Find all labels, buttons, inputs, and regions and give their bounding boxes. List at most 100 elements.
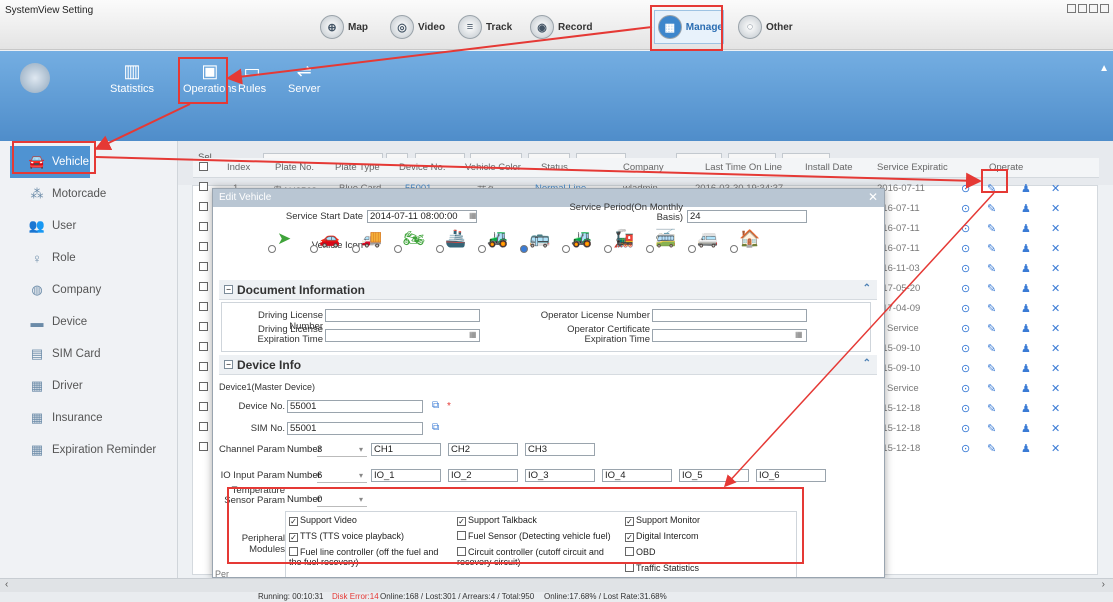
car-vehicle-icon[interactable]: 🚗: [319, 230, 340, 248]
row-checkbox[interactable]: [199, 222, 208, 231]
chevron-up-icon[interactable]: ⌃: [863, 283, 871, 294]
copy-icon[interactable]: ⧉: [432, 400, 439, 411]
user-assign-icon[interactable]: ♟: [1021, 202, 1031, 215]
peripheral-option[interactable]: Traffic Statistics: [625, 563, 785, 573]
view-icon[interactable]: ⊙: [961, 382, 970, 395]
user-assign-icon[interactable]: ♟: [1021, 242, 1031, 255]
user-assign-icon[interactable]: ♟: [1021, 442, 1031, 455]
io-input[interactable]: IO_5: [679, 469, 749, 482]
row-checkbox[interactable]: [199, 362, 208, 371]
scroll-up-icon[interactable]: ▲: [1099, 63, 1109, 74]
delete-icon[interactable]: ✕: [1051, 202, 1060, 215]
row-checkbox[interactable]: [199, 282, 208, 291]
peripheral-option[interactable]: ✓ Support Monitor: [625, 515, 785, 526]
service-start-input[interactable]: 2014-07-11 08:00:00: [367, 210, 477, 223]
service-period-input[interactable]: 24: [687, 210, 807, 223]
channel-input[interactable]: CH2: [448, 443, 518, 456]
edit-icon[interactable]: ✎: [987, 442, 996, 455]
edit-icon[interactable]: ✎: [987, 202, 996, 215]
chevron-down-icon[interactable]: ▾: [359, 445, 363, 454]
view-icon[interactable]: ⊙: [961, 242, 970, 255]
device-no-input[interactable]: 55001: [287, 400, 423, 413]
column-header[interactable]: Vehicle Color: [465, 162, 521, 173]
view-icon[interactable]: ⊙: [961, 222, 970, 235]
row-checkbox[interactable]: [199, 262, 208, 271]
peripheral-checkbox[interactable]: ✓: [625, 533, 634, 542]
row-checkbox[interactable]: [199, 302, 208, 311]
delete-icon[interactable]: ✕: [1051, 282, 1060, 295]
operator-license-input[interactable]: [652, 309, 807, 322]
vehicle-icon-radio[interactable]: [520, 245, 528, 253]
sidebar-item-insurance[interactable]: ▦ Insurance: [0, 402, 177, 434]
delete-icon[interactable]: ✕: [1051, 222, 1060, 235]
view-icon[interactable]: ⊙: [961, 362, 970, 375]
user-assign-icon[interactable]: ♟: [1021, 282, 1031, 295]
driving-license-input[interactable]: [325, 309, 480, 322]
delete-icon[interactable]: ✕: [1051, 342, 1060, 355]
sidebar-item-motorcade[interactable]: ⁂ Motorcade: [0, 178, 177, 210]
train-vehicle-icon[interactable]: 🚂: [613, 230, 634, 248]
io-input[interactable]: IO_1: [371, 469, 441, 482]
delete-icon[interactable]: ✕: [1051, 182, 1060, 195]
sidebar-item-user[interactable]: 👥 User: [0, 210, 177, 242]
nav-manage[interactable]: ▦ Manage: [654, 10, 724, 44]
chevron-down-icon[interactable]: ▾: [359, 495, 363, 504]
peripheral-option[interactable]: ✓ Support Talkback: [457, 515, 617, 526]
column-header[interactable]: Install Date: [805, 162, 853, 173]
home-vehicle-icon[interactable]: 🏠: [739, 230, 760, 248]
edit-icon[interactable]: ✎: [987, 402, 996, 415]
user-assign-icon[interactable]: ♟: [1021, 342, 1031, 355]
vehicle-icon-radio[interactable]: [436, 245, 444, 253]
scroll-left-icon[interactable]: ‹: [5, 579, 8, 590]
peripheral-option[interactable]: ✓ Digital Intercom: [625, 531, 785, 542]
user-assign-icon[interactable]: ♟: [1021, 362, 1031, 375]
row-checkbox[interactable]: [199, 402, 208, 411]
module-statistics[interactable]: ▥ Statistics: [110, 59, 154, 95]
user-assign-icon[interactable]: ♟: [1021, 402, 1031, 415]
bus-vehicle-icon[interactable]: 🚌: [529, 230, 550, 248]
view-icon[interactable]: ⊙: [961, 182, 970, 195]
peripheral-checkbox[interactable]: [625, 563, 634, 572]
row-checkbox[interactable]: [199, 202, 208, 211]
peripheral-checkbox[interactable]: [457, 547, 466, 556]
arrow-vehicle-icon[interactable]: ➤: [277, 230, 291, 248]
nav-video[interactable]: ◎ Video: [390, 10, 445, 44]
sidebar-item-vehicle[interactable]: 🚘 Vehicle: [10, 146, 90, 178]
peripheral-checkbox[interactable]: ✓: [457, 517, 466, 526]
peripheral-option[interactable]: ✓ TTS (TTS voice playback): [289, 531, 449, 542]
scroll-right-icon[interactable]: ›: [1102, 579, 1105, 590]
row-checkbox[interactable]: [199, 342, 208, 351]
vehicle-icon-radio[interactable]: [604, 245, 612, 253]
vehicle-icon-radio[interactable]: [352, 245, 360, 253]
sidebar-item-expiration-reminder[interactable]: ▦ Expiration Reminder: [0, 434, 177, 466]
collapse-icon[interactable]: −: [224, 285, 233, 294]
io-input[interactable]: IO_2: [448, 469, 518, 482]
device-section-header[interactable]: − Device Info ⌃: [219, 355, 877, 375]
user-assign-icon[interactable]: ♟: [1021, 422, 1031, 435]
nav-other[interactable]: ◌ Other: [738, 10, 793, 44]
vehicle-icon-radio[interactable]: [562, 245, 570, 253]
operator-exp-input[interactable]: [652, 329, 807, 342]
module-rules[interactable]: ▭ Rules: [238, 59, 266, 95]
edit-icon[interactable]: ✎: [987, 382, 996, 395]
vehicle-icon-radio[interactable]: [688, 245, 696, 253]
vehicle-icon-radio[interactable]: [478, 245, 486, 253]
view-icon[interactable]: ⊙: [961, 422, 970, 435]
driving-exp-input[interactable]: [325, 329, 480, 342]
module-server[interactable]: ⇌ Server: [288, 59, 320, 95]
van-vehicle-icon[interactable]: 🚐: [697, 230, 718, 248]
row-checkbox[interactable]: [199, 442, 208, 451]
sidebar-item-company[interactable]: ◍ Company: [0, 274, 177, 306]
column-header[interactable]: Device No.: [399, 162, 445, 173]
peripheral-checkbox[interactable]: [625, 547, 634, 556]
vehicle-icon-radio[interactable]: [646, 245, 654, 253]
window-icon[interactable]: [1067, 4, 1076, 13]
calendar-icon[interactable]: ▦: [469, 211, 477, 220]
peripheral-option[interactable]: ✓ Support Video: [289, 515, 449, 526]
peripheral-option[interactable]: OBD: [625, 547, 785, 557]
delete-icon[interactable]: ✕: [1051, 402, 1060, 415]
sidebar-item-role[interactable]: ♀ Role: [0, 242, 177, 274]
view-icon[interactable]: ⊙: [961, 322, 970, 335]
chevron-down-icon[interactable]: ▾: [359, 471, 363, 480]
tram-vehicle-icon[interactable]: 🚎: [655, 230, 676, 248]
